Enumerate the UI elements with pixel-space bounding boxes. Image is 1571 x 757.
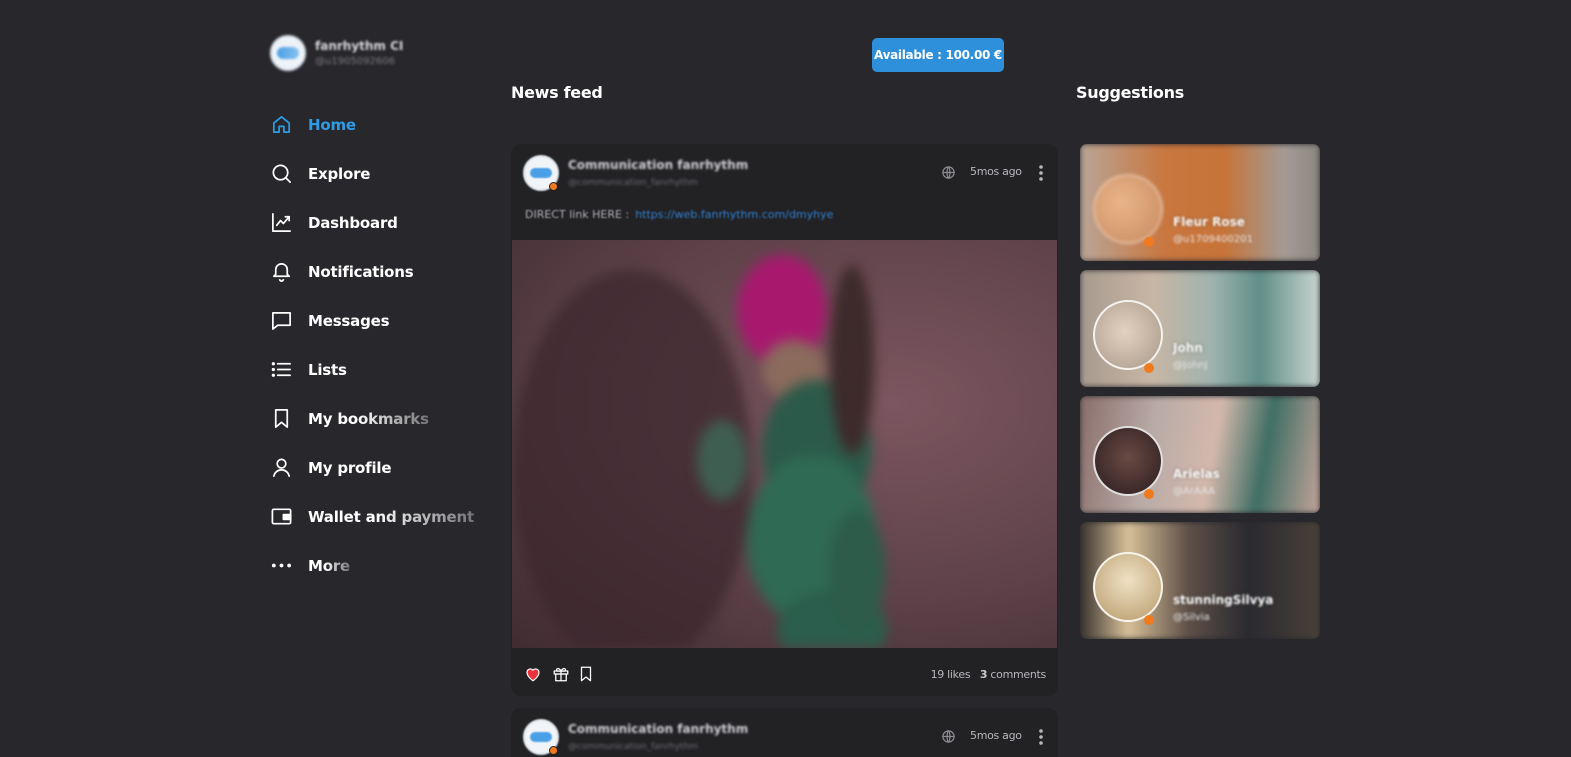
feed-post: Communication fanrhythm @communication_f…	[511, 708, 1058, 757]
more-dots-icon	[270, 554, 293, 577]
online-status-dot	[549, 746, 558, 755]
suggestion-handle: @u1709400201	[1173, 234, 1253, 245]
sidebar-item-label: Dashboard	[308, 213, 398, 232]
suggestion-handle: @ArAAA	[1173, 486, 1216, 497]
sidebar-item-explore[interactable]: Explore	[270, 149, 490, 198]
sidebar-item-dashboard[interactable]: Dashboard	[270, 198, 490, 247]
suggestions-title: Suggestions	[1076, 83, 1184, 102]
avatar	[1093, 426, 1163, 496]
like-heart-icon[interactable]	[524, 665, 542, 683]
sidebar-item-label: Messages	[308, 311, 390, 330]
sidebar-item-label: My bookmarks	[308, 409, 429, 428]
post-link[interactable]: https://web.fanrhythm.com/dmyhye	[635, 208, 833, 221]
chart-icon	[270, 211, 293, 234]
online-status-dot	[1144, 615, 1154, 625]
feed-title: News feed	[511, 83, 603, 102]
home-icon	[270, 113, 293, 136]
avatar	[1093, 174, 1163, 244]
avatar	[1093, 300, 1163, 370]
online-status-dot	[1144, 363, 1154, 373]
sidebar-nav: Home Explore Dashboard Notifications Mes…	[270, 100, 490, 590]
search-icon	[270, 162, 293, 185]
gift-icon[interactable]	[552, 665, 570, 683]
sidebar-item-wallet[interactable]: Wallet and payment	[270, 492, 490, 541]
post-text: DIRECT link HERE : https://web.fanrhythm.…	[525, 208, 833, 221]
profile-name: fanrhythm CI	[315, 39, 404, 53]
comments-label[interactable]: comments	[987, 668, 1046, 681]
post-options-icon[interactable]	[1035, 728, 1047, 746]
post-author-handle[interactable]: @communication_fanrhythm	[568, 742, 698, 752]
avatar[interactable]	[270, 35, 306, 71]
wallet-icon	[270, 505, 293, 528]
post-timestamp: 5mos ago	[970, 165, 1022, 178]
balance-button[interactable]: Available : 100.00 €	[872, 38, 1004, 72]
suggestion-card[interactable]: Arielas @ArAAA	[1080, 396, 1320, 513]
bell-icon	[270, 260, 293, 283]
bookmark-icon	[270, 407, 293, 430]
bookmark-icon[interactable]	[577, 665, 595, 683]
suggestion-name: stunningSilvya	[1173, 593, 1274, 607]
user-icon	[270, 456, 293, 479]
sidebar-item-messages[interactable]: Messages	[270, 296, 490, 345]
suggestion-card[interactable]: stunningSilvya @Silvia	[1080, 522, 1320, 639]
post-header: Communication fanrhythm @communication_f…	[511, 144, 1058, 204]
sidebar-item-label: Explore	[308, 164, 371, 183]
list-icon	[270, 358, 293, 381]
suggestion-name: Arielas	[1173, 467, 1220, 481]
message-icon	[270, 309, 293, 332]
post-stats: 19 likes 3 comments	[931, 668, 1047, 681]
sidebar-item-label: Home	[308, 115, 356, 134]
online-status-dot	[1144, 237, 1154, 247]
suggestion-handle: @JohnJ	[1173, 360, 1208, 371]
sidebar-item-label: My profile	[308, 458, 392, 477]
post-author-handle[interactable]: @communication_fanrhythm	[568, 178, 698, 188]
sidebar-item-notifications[interactable]: Notifications	[270, 247, 490, 296]
online-status-dot	[1144, 489, 1154, 499]
sidebar-item-bookmarks[interactable]: My bookmarks	[270, 394, 490, 443]
sidebar-profile[interactable]: fanrhythm CI @u1905092606	[270, 35, 403, 71]
avatar	[1093, 552, 1163, 622]
suggestions-list: Fleur Rose @u1709400201 John @JohnJ Arie…	[1080, 144, 1320, 648]
post-author-name[interactable]: Communication fanrhythm	[568, 722, 748, 736]
sidebar-item-label: Notifications	[308, 262, 414, 281]
post-caption: DIRECT link HERE :	[525, 208, 630, 221]
suggestion-name: Fleur Rose	[1173, 215, 1245, 229]
post-media[interactable]	[512, 240, 1057, 648]
post-author-name[interactable]: Communication fanrhythm	[568, 158, 748, 172]
post-header: Communication fanrhythm @communication_f…	[511, 708, 1058, 757]
sidebar-item-home[interactable]: Home	[270, 100, 490, 149]
sidebar-item-label: Lists	[308, 360, 347, 379]
likes-count[interactable]: 19 likes	[931, 668, 971, 681]
sidebar-item-label: More	[308, 556, 351, 575]
post-actions: 19 likes 3 comments	[511, 648, 1058, 696]
sidebar-item-label: Wallet and payment	[308, 507, 474, 526]
suggestion-card[interactable]: Fleur Rose @u1709400201	[1080, 144, 1320, 261]
sidebar-item-lists[interactable]: Lists	[270, 345, 490, 394]
suggestion-card[interactable]: John @JohnJ	[1080, 270, 1320, 387]
suggestion-name: John	[1173, 341, 1203, 355]
online-status-dot	[549, 182, 558, 191]
feed-post: Communication fanrhythm @communication_f…	[511, 144, 1058, 696]
profile-handle: @u1905092606	[315, 56, 395, 67]
suggestion-handle: @Silvia	[1173, 612, 1210, 623]
sidebar-item-profile[interactable]: My profile	[270, 443, 490, 492]
sidebar-item-more[interactable]: More	[270, 541, 490, 590]
post-options-icon[interactable]	[1035, 164, 1047, 182]
post-timestamp: 5mos ago	[970, 729, 1022, 742]
globe-icon	[942, 166, 955, 179]
globe-icon	[942, 730, 955, 743]
